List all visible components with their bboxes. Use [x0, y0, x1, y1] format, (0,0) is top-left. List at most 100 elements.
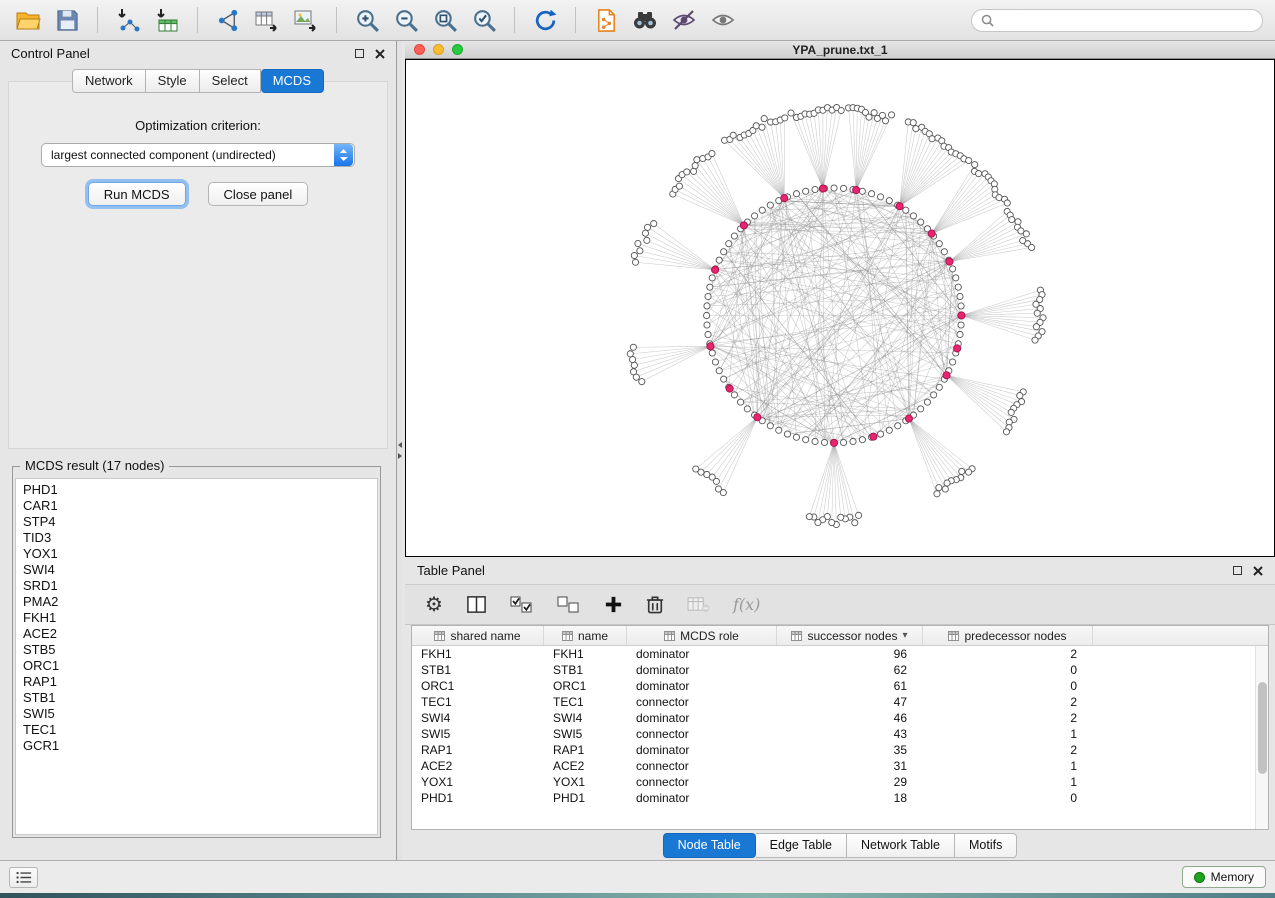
scrollbar-thumb[interactable] [1258, 682, 1267, 774]
run-mcds-button[interactable]: Run MCDS [88, 182, 186, 206]
table-settings-button[interactable]: ⚙ [425, 595, 443, 615]
close-panel-button[interactable]: Close panel [208, 182, 309, 206]
column-header-name[interactable]: name [544, 626, 627, 645]
new-network-button[interactable] [212, 4, 244, 36]
show-all-button[interactable] [707, 4, 739, 36]
mcds-result-item[interactable]: FKH1 [23, 610, 377, 626]
mcds-result-item[interactable]: SWI5 [23, 706, 377, 722]
binoculars-button[interactable] [629, 4, 661, 36]
mcds-result-item[interactable]: GCR1 [23, 738, 377, 754]
toolbar-separator [336, 7, 337, 33]
deselect-all-button[interactable] [557, 596, 581, 614]
zoom-selected-button[interactable] [468, 4, 500, 36]
table-row[interactable]: ACE2ACE2connector311 [412, 758, 1268, 774]
import-network-icon [115, 7, 141, 33]
mcds-result-item[interactable]: ORC1 [23, 658, 377, 674]
panel-menu-button[interactable] [9, 867, 38, 888]
column-header-mcds-role[interactable]: MCDS role [627, 626, 777, 645]
zoom-out-button[interactable] [390, 4, 422, 36]
cell-name: SWI5 [544, 727, 627, 741]
column-header-successor-nodes[interactable]: successor nodes▾ [777, 626, 923, 645]
tab-network[interactable]: Network [72, 69, 146, 93]
import-network-button[interactable] [112, 4, 144, 36]
mcds-result-item[interactable]: TEC1 [23, 722, 377, 738]
maximize-window-icon[interactable] [452, 44, 463, 55]
open-session-button[interactable] [12, 4, 44, 36]
mcds-result-item[interactable]: ACE2 [23, 626, 377, 642]
export-table-button[interactable] [251, 4, 283, 36]
table-row[interactable]: YOX1YOX1connector291 [412, 774, 1268, 790]
cell-shared-name: STB1 [412, 663, 544, 677]
hide-selection-icon [671, 7, 697, 33]
mcds-result-item[interactable]: STP4 [23, 514, 377, 530]
tab-motifs[interactable]: Motifs [955, 833, 1017, 858]
show-columns-button[interactable] [466, 594, 487, 615]
mcds-result-title: MCDS result (17 nodes) [20, 458, 169, 473]
import-table-button[interactable] [151, 4, 183, 36]
tab-edge-table[interactable]: Edge Table [756, 833, 847, 858]
table-row[interactable]: SWI5SWI5connector431 [412, 726, 1268, 742]
column-header-predecessor-nodes[interactable]: predecessor nodes [923, 626, 1093, 645]
tab-style[interactable]: Style [146, 69, 200, 93]
cell-name: YOX1 [544, 775, 627, 789]
float-panel-icon[interactable] [355, 49, 364, 58]
mcds-result-item[interactable]: PHD1 [23, 482, 377, 498]
zoom-fit-button[interactable] [429, 4, 461, 36]
float-table-panel-icon[interactable] [1233, 566, 1242, 575]
mcds-result-item[interactable]: YOX1 [23, 546, 377, 562]
criterion-select[interactable]: largest connected component (undirected) [41, 143, 355, 167]
mcds-result-item[interactable]: SRD1 [23, 578, 377, 594]
mcds-result-item[interactable]: STB5 [23, 642, 377, 658]
mcds-result-item[interactable]: SWI4 [23, 562, 377, 578]
select-all-button[interactable] [510, 596, 534, 614]
function-builder-button: f(x) [733, 595, 760, 614]
cell-successor-nodes: 62 [777, 663, 923, 677]
table-row[interactable]: RAP1RAP1dominator352 [412, 742, 1268, 758]
minimize-window-icon[interactable] [433, 44, 444, 55]
table-row[interactable]: PHD1PHD1dominator180 [412, 790, 1268, 806]
cell-predecessor-nodes: 2 [923, 695, 1093, 709]
cell-shared-name: ACE2 [412, 759, 544, 773]
column-header-shared-name[interactable]: shared name [412, 626, 544, 645]
add-column-button[interactable] [604, 595, 623, 614]
cell-predecessor-nodes: 2 [923, 743, 1093, 757]
toolbar-separator [97, 7, 98, 33]
expand-right-icon[interactable] [398, 453, 402, 459]
delete-column-button[interactable] [646, 594, 664, 615]
memory-button[interactable]: Memory [1182, 866, 1266, 888]
mcds-result-item[interactable]: TID3 [23, 530, 377, 546]
network-canvas[interactable] [405, 59, 1275, 557]
node-table: shared namenameMCDS rolesuccessor nodes▾… [411, 625, 1269, 830]
mcds-result-item[interactable]: PMA2 [23, 594, 377, 610]
hide-selection-button[interactable] [668, 4, 700, 36]
control-panel: Control Panel NetworkStyleSelectMCDS Opt… [0, 41, 397, 860]
table-scrollbar[interactable] [1255, 646, 1268, 829]
mcds-result-item[interactable]: STB1 [23, 690, 377, 706]
cell-mcds-role: dominator [627, 791, 777, 805]
search-input[interactable] [1000, 13, 1253, 27]
table-row[interactable]: FKH1FKH1dominator962 [412, 646, 1268, 662]
tab-select[interactable]: Select [200, 69, 261, 93]
table-row[interactable]: ORC1ORC1dominator610 [412, 678, 1268, 694]
tab-network-table[interactable]: Network Table [847, 833, 955, 858]
search-box[interactable] [971, 9, 1263, 32]
tab-mcds[interactable]: MCDS [261, 69, 324, 93]
table-row[interactable]: TEC1TEC1connector472 [412, 694, 1268, 710]
table-row[interactable]: STB1STB1dominator620 [412, 662, 1268, 678]
network-canvas-svg[interactable] [406, 60, 1274, 556]
close-panel-icon[interactable] [375, 49, 385, 59]
export-image-button[interactable] [290, 4, 322, 36]
network-window-titlebar[interactable]: YPA_prune.txt_1 [405, 41, 1275, 59]
close-table-panel-icon[interactable] [1253, 566, 1263, 576]
table-row[interactable]: SWI4SWI4dominator462 [412, 710, 1268, 726]
save-session-button[interactable] [51, 4, 83, 36]
mcds-result-item[interactable]: RAP1 [23, 674, 377, 690]
collapse-left-icon[interactable] [398, 442, 402, 448]
share-document-button[interactable] [590, 4, 622, 36]
zoom-in-button[interactable] [351, 4, 383, 36]
mcds-result-item[interactable]: CAR1 [23, 498, 377, 514]
close-window-icon[interactable] [414, 44, 425, 55]
tab-node-table[interactable]: Node Table [663, 833, 756, 858]
layout-refresh-button[interactable] [529, 4, 561, 36]
cell-predecessor-nodes: 0 [923, 663, 1093, 677]
